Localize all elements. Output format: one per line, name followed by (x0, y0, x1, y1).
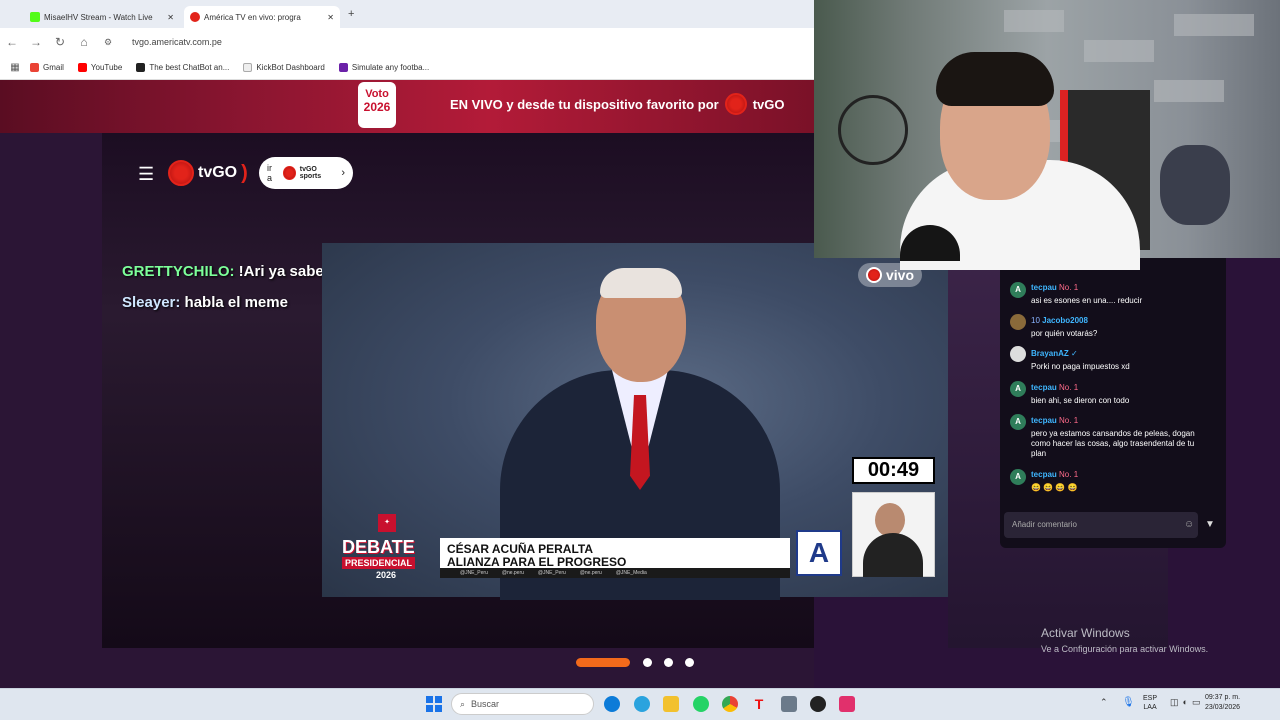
reload-icon[interactable]: ↻ (48, 35, 72, 49)
webcam-person-hair (936, 52, 1054, 106)
bookmark-chatbot[interactable]: The best ChatBot an... (136, 63, 229, 72)
tvgo-globe-icon (724, 93, 747, 115)
emoji-icon[interactable]: ☺ (1184, 519, 1194, 530)
chat-message: tecpau No. 1 pero ya estamos cansandos d… (1031, 416, 1195, 458)
language-indicator[interactable]: ESP LAA (1143, 694, 1157, 712)
avatar: A (1010, 469, 1026, 485)
social-handles-bar: @JNE_Peru @ne.peru @JNE_Peru @ne.peru @J… (440, 568, 790, 578)
tvgo-globe-icon (168, 160, 194, 186)
tab-misaelhv-stream[interactable]: MisaelHV Stream - Watch Live ✕ (24, 6, 180, 28)
close-icon[interactable]: ✕ (327, 13, 334, 22)
clock[interactable]: 09:37 p. m. 23/03/2026 (1205, 693, 1240, 713)
voto-2026-badge: Voto 2026 (358, 82, 396, 128)
speaker-hair (600, 268, 682, 298)
webcam-fan (838, 95, 908, 165)
football-sim-icon (338, 63, 348, 72)
tvgo-logo[interactable]: tvGO ) (168, 160, 248, 186)
chatbot-icon (136, 63, 146, 72)
file-explorer-icon[interactable] (663, 696, 679, 712)
chat-message: BrayanAZ ✓ Porki no paga impuestos xd (1031, 349, 1130, 371)
rank-badge: No. 1 (1059, 470, 1079, 479)
debate-presidencial-logo: ✦ DEBATE PRESIDENCIAL 2026 (338, 514, 436, 584)
avatar: A (1010, 414, 1026, 430)
bookmark-simulate[interactable]: Simulate any footba... (338, 63, 429, 72)
jne-icon: ✦ (378, 514, 396, 532)
tab-america-tv[interactable]: América TV en vivo: progra ✕ (184, 6, 340, 28)
avatar: A (1010, 381, 1026, 397)
rank-badge: No. 1 (1059, 383, 1079, 392)
tvgo-arc-icon: ) (241, 161, 248, 184)
chat-message: tecpau No. 1 bien ahi, se dieron con tod… (1031, 383, 1130, 405)
webcam-plush-toy (1160, 145, 1230, 225)
bookmarks-bar: ▦ Gmail YouTube The best ChatBot an... K… (0, 56, 814, 80)
chat-comment-input[interactable]: Añadir comentario (1004, 512, 1198, 538)
banner-text: EN VIVO y desde tu dispositivo favorito … (450, 93, 785, 115)
browser-toolbar: ← → ↻ ⌂ ⚙ tvgo.americatv.com.pe (0, 28, 814, 56)
bookmark-youtube[interactable]: YouTube (77, 63, 122, 72)
bookmark-gmail[interactable]: Gmail (30, 63, 64, 72)
debate-timer: 00:49 (852, 457, 935, 484)
carousel-dot[interactable] (664, 658, 673, 667)
telegram-icon[interactable] (634, 696, 650, 712)
chat-message: tecpau No. 1 asi es esones en una.... re… (1031, 283, 1143, 305)
level-badge: 10 (1031, 316, 1040, 325)
youtube-icon (77, 63, 87, 72)
new-tab-button[interactable]: + (348, 8, 354, 20)
address-bar[interactable]: tvgo.americatv.com.pe (132, 37, 222, 47)
america-tv-favicon-icon (190, 12, 200, 22)
avatar (1010, 314, 1026, 330)
go-to-tvgo-sports-button[interactable]: ir a tvGO sports › (259, 157, 353, 189)
rank-badge: No. 1 (1059, 283, 1079, 292)
tab-label: MisaelHV Stream - Watch Live (44, 12, 153, 22)
calculator-icon[interactable] (781, 696, 797, 712)
windows-activation-watermark: Activar Windows Ve a Configuración para … (1041, 626, 1209, 654)
chevron-up-icon[interactable]: ⌃ (1100, 697, 1108, 708)
carousel-dot-active[interactable] (576, 658, 630, 667)
kick-favicon-icon (30, 12, 40, 22)
chrome-icon[interactable] (722, 696, 738, 712)
tab-label: América TV en vivo: progra (204, 12, 301, 22)
overlay-chat-line: Sleayer: habla el meme (122, 294, 288, 311)
kickbot-icon (243, 63, 253, 72)
avatar: A (1010, 282, 1026, 298)
edge-icon[interactable] (604, 696, 620, 712)
bookmark-kickbot[interactable]: KickBot Dashboard (243, 63, 325, 72)
rank-badge: No. 1 (1059, 416, 1079, 425)
tiktok-icon[interactable] (839, 696, 855, 712)
home-icon[interactable]: ⌂ (72, 35, 96, 49)
back-icon[interactable]: ← (0, 35, 24, 49)
obs-icon[interactable] (810, 696, 826, 712)
taskbar-search[interactable]: ⌕ Buscar (451, 693, 594, 715)
menu-icon[interactable]: ☰ (138, 164, 154, 185)
search-icon: ⌕ (460, 698, 466, 709)
globe-icon (865, 267, 882, 283)
apps-grid-icon[interactable]: ▦ (0, 62, 30, 73)
microphone-icon[interactable]: 🎙 (1122, 697, 1135, 708)
site-info-icon[interactable]: ⚙ (96, 37, 120, 48)
party-logo: A (796, 530, 842, 576)
tvgo-sports-globe-icon (282, 166, 296, 180)
browser-tab-strip: MisaelHV Stream - Watch Live ✕ América T… (0, 0, 814, 28)
gmail-icon (30, 63, 39, 72)
candidate-name: CÉSAR ACUÑA PERALTA (447, 542, 593, 556)
candidate-party: ALIANZA PARA EL PROGRESO (447, 555, 627, 569)
carousel-dot[interactable] (643, 658, 652, 667)
chevron-right-icon: › (341, 167, 345, 179)
filter-icon[interactable]: ▼ (1205, 519, 1215, 530)
whatsapp-icon[interactable] (693, 696, 709, 712)
sign-language-interpreter (852, 492, 935, 577)
close-icon[interactable]: ✕ (167, 13, 174, 22)
verified-icon: ✓ (1071, 349, 1078, 358)
avatar (1010, 346, 1026, 362)
chat-message: tecpau No. 1 😄 😄 😄 😄 (1031, 470, 1079, 492)
system-tray-icons[interactable]: ◫◐▭ (1170, 697, 1204, 708)
windows-start-icon[interactable] (426, 696, 442, 712)
t-app-icon[interactable]: T (751, 696, 767, 712)
forward-icon[interactable]: → (24, 35, 48, 49)
chat-message: 10 Jacobo2008 por quién votarás? (1031, 316, 1098, 338)
carousel-dot[interactable] (685, 658, 694, 667)
